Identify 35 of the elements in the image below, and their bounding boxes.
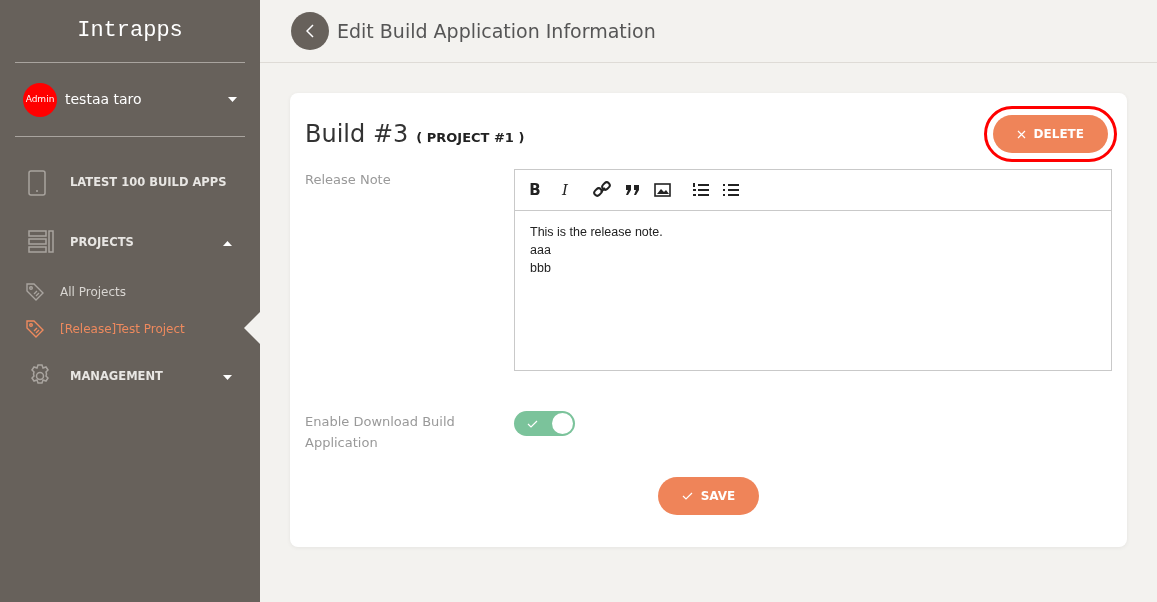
rich-text-editor[interactable]: B I This is the release note. aaa bbb xyxy=(514,169,1112,371)
field-label: Enable Download Build Application xyxy=(305,413,456,452)
back-button[interactable] xyxy=(291,12,329,50)
list-icon xyxy=(28,230,54,256)
user-name: testaa taro xyxy=(65,90,143,109)
save-button[interactable]: SAVE xyxy=(657,477,760,515)
project-subtitle: ( PROJECT #1 ) xyxy=(416,129,525,147)
link-button[interactable] xyxy=(593,180,613,200)
nav-item[interactable]: LATEST 100 BUILD APPS xyxy=(0,153,260,213)
caret-down-icon xyxy=(228,97,237,102)
field-label: Release Note xyxy=(305,171,392,189)
nav-subitem[interactable]: All Projects xyxy=(0,273,260,310)
user-menu[interactable]: Admin testaa taro xyxy=(0,63,260,136)
tag-icon xyxy=(26,282,44,301)
nav-item[interactable]: MANAGEMENT xyxy=(0,347,260,407)
page-title: Edit Build Application Information xyxy=(337,18,656,44)
toggle-switch[interactable] xyxy=(514,411,575,436)
text-line: bbb xyxy=(530,260,552,277)
avatar-badge: Admin xyxy=(23,82,57,117)
build-title: Build #3 xyxy=(305,119,409,150)
text-line: aaa xyxy=(530,242,552,259)
text-line: This is the release note. xyxy=(530,224,664,241)
chevron-left-icon xyxy=(306,24,314,38)
italic-button[interactable]: I xyxy=(555,180,575,200)
image-icon xyxy=(653,180,673,200)
nav-item[interactable]: PROJECTS xyxy=(0,213,260,273)
tag-icon xyxy=(26,319,44,338)
nav-subitem[interactable]: [Release]Test Project xyxy=(0,310,260,347)
brand-logo: Intrapps xyxy=(76,17,184,45)
close-icon xyxy=(1016,129,1026,139)
check-icon xyxy=(681,492,693,500)
link-icon xyxy=(593,180,613,200)
bold-button[interactable]: B xyxy=(525,180,545,200)
check-icon xyxy=(527,420,538,428)
image-button[interactable] xyxy=(653,180,673,200)
